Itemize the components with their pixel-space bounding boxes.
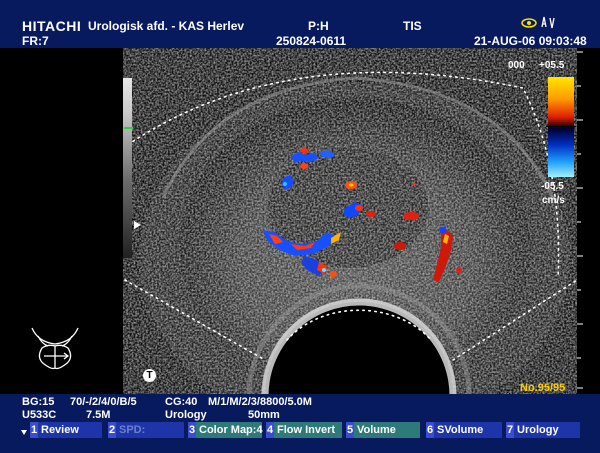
param-probe: U533C (22, 409, 57, 421)
fkey-label: Flow Invert (277, 424, 336, 436)
fkey-number: 1 (30, 422, 38, 438)
patient-id: 250824-0611 (276, 34, 347, 48)
fkey-flow-invert[interactable]: 4 Flow Invert (266, 422, 342, 438)
fkey-label: Review (41, 424, 79, 436)
brand-logo: HITACHI (22, 18, 82, 34)
fkey-number: 4 (266, 422, 274, 438)
ultrasound-image[interactable] (123, 48, 577, 396)
fkey-svolume[interactable]: 6 SVolume (426, 422, 502, 438)
fkey-label: Volume (357, 424, 396, 436)
fkey-label: SVolume (437, 424, 484, 436)
parameter-panel: BG:15 70/-/2/4/0/B/5 CG:40 M/1/M/2/3/880… (0, 394, 600, 422)
site-name: Urologisk afd. - KAS Herlev (88, 19, 245, 33)
focus-marker (124, 127, 133, 129)
fkey-review[interactable]: 1 Review (30, 422, 102, 438)
color-scale-max: +05.5 (539, 60, 565, 71)
color-scale-top-label: 000 (508, 60, 525, 71)
eye-icon (521, 16, 555, 29)
header-bar: HITACHI FR:7 Urologisk afd. - KAS Herlev… (0, 0, 600, 48)
fkey-label: SPD: (119, 424, 146, 436)
color-baseline (546, 126, 576, 127)
frame-rate: FR:7 (22, 34, 49, 48)
tis-label: TIS (403, 19, 422, 33)
color-velocity-bar (548, 77, 574, 177)
grey-scale-bar (123, 78, 132, 258)
param-depth: 50mm (248, 409, 280, 421)
fkey-volume[interactable]: 5 Volume (346, 422, 420, 438)
transducer-mark-icon: T (143, 369, 156, 382)
frame-counter: No.95/95 (520, 382, 566, 394)
date-time: 21-AUG-06 09:03:48 (474, 34, 587, 48)
param-freq: 7.5M (86, 409, 111, 421)
fkey-color-map[interactable]: 3 Color Map:4 (188, 422, 263, 438)
fkey-spd[interactable]: 2 SPD: (108, 422, 184, 438)
fkey-number: 6 (426, 422, 434, 438)
fkey-number: 5 (346, 422, 354, 438)
color-scale-min: -05.5 (541, 181, 564, 192)
color-scale-unit: cm/s (542, 195, 565, 206)
param-bg: BG:15 (22, 396, 55, 408)
probe-orientation-icon (31, 327, 79, 370)
fkey-number: 2 (108, 422, 116, 438)
patient-label: P:H (308, 19, 329, 33)
fkey-label: Color Map:4 (199, 424, 263, 436)
fkey-label: Urology (517, 424, 559, 436)
param-color: M/1/M/2/3/8800/5.0M (208, 396, 312, 408)
function-key-bar: 1 Review 2 SPD: 3 Color Map:4 4 Flow Invert … (0, 422, 600, 453)
fkey-number: 7 (506, 422, 514, 438)
param-cg: CG:40 (165, 396, 198, 408)
depth-scale (577, 51, 583, 389)
fkey-urology[interactable]: 7 Urology (506, 422, 580, 438)
focus-arrow-icon (134, 221, 141, 229)
page-down-icon[interactable] (21, 430, 27, 435)
param-preset: Urology (165, 409, 207, 421)
fkey-number: 3 (188, 422, 196, 438)
param-bmode: 70/-/2/4/0/B/5 (70, 396, 137, 408)
